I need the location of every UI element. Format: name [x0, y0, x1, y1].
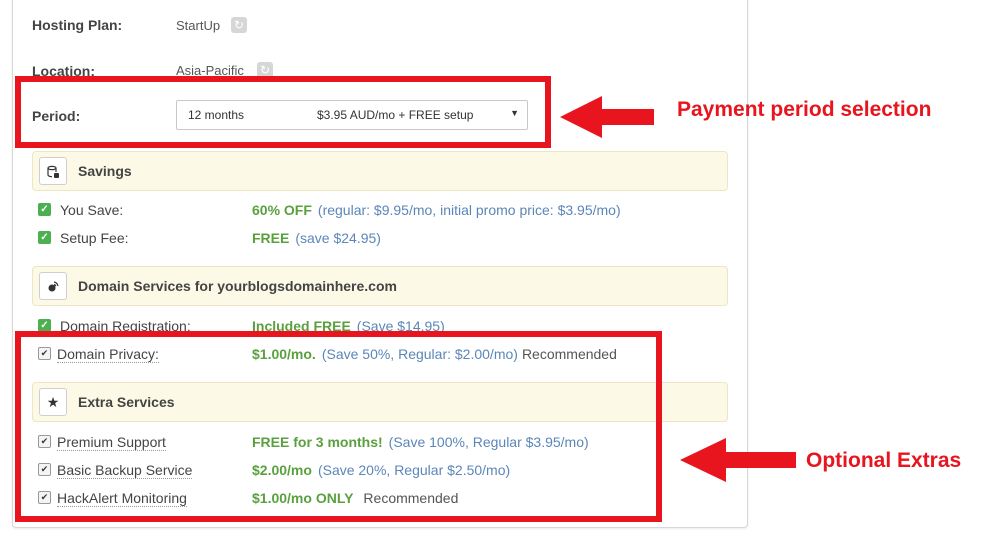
savings-title: Savings — [78, 163, 132, 179]
check-icon: ✓ — [38, 231, 51, 244]
you-save-row-value: 60% OFF (regular: $9.95/mo, initial promo… — [252, 202, 621, 218]
you-save-detail: (regular: $9.95/mo, initial promo price:… — [317, 202, 621, 218]
you-save-label: You Save: — [60, 202, 124, 218]
arrow-left-icon — [560, 96, 654, 138]
hosting-plan-value: StartUp — [176, 18, 221, 33]
hosting-plan-label: Hosting Plan: — [32, 17, 123, 33]
you-save-value: 60% OFF — [252, 202, 312, 218]
period-highlight-box — [15, 76, 551, 148]
setup-fee-detail: (save $24.95) — [295, 230, 381, 246]
coins-icon — [39, 157, 67, 185]
setup-fee-row-value: FREE (save $24.95) — [252, 230, 381, 246]
extras-annotation: Optional Extras — [806, 449, 962, 472]
domain-section-header: Domain Services for yourblogsdomainhere.… — [32, 266, 728, 306]
check-icon: ✓ — [38, 203, 51, 216]
setup-fee-value: FREE — [252, 230, 290, 246]
domain-services-icon — [39, 272, 67, 300]
extras-highlight-box — [15, 331, 662, 522]
refresh-icon[interactable]: ↻ — [231, 17, 247, 33]
savings-section-header: Savings — [32, 151, 728, 191]
domain-title: Domain Services for yourblogsdomainhere.… — [78, 278, 397, 294]
setup-fee-label: Setup Fee: — [60, 230, 129, 246]
arrow-left-icon — [680, 438, 796, 482]
period-annotation: Payment period selection — [677, 98, 932, 121]
